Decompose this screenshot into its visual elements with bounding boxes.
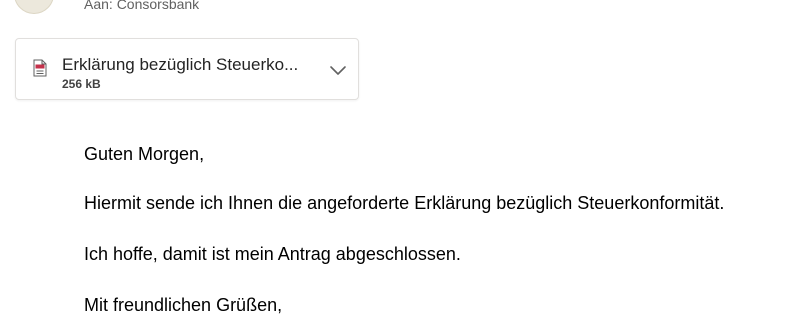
sender-avatar[interactable] <box>14 0 54 14</box>
body-paragraph-1: Hiermit sende ich Ihnen die angeforderte… <box>84 193 725 213</box>
recipient-line: Aan: Consorsbank <box>84 0 200 12</box>
attachment-card[interactable]: Erklärung bezüglich Steuerko... 256 kB <box>15 38 359 100</box>
email-reading-pane: Aan: Consorsbank Erklärung bezüglich Ste… <box>0 0 800 322</box>
attachment-file-name[interactable]: Erklärung bezüglich Steuerko... <box>62 55 298 75</box>
attachment-file-size: 256 kB <box>62 77 101 91</box>
chevron-down-icon[interactable] <box>329 63 347 75</box>
greeting-text: Guten Morgen, <box>84 144 205 164</box>
pdf-file-icon <box>33 59 47 77</box>
body-paragraph-2: Ich hoffe, damit ist mein Antrag abgesch… <box>84 244 461 264</box>
closing-text: Mit freundlichen Grüßen, <box>84 295 283 315</box>
